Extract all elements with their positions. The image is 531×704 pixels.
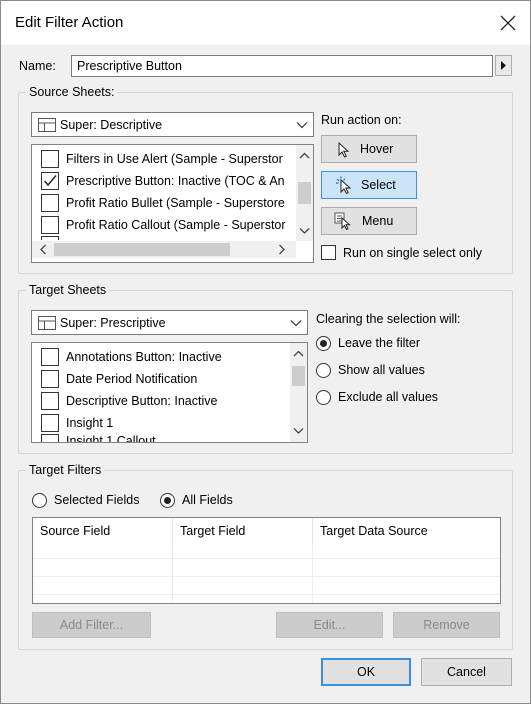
scroll-thumb[interactable] (298, 182, 311, 204)
ok-button[interactable]: OK (321, 658, 411, 686)
cursor-click-icon (336, 176, 352, 194)
name-label: Name: (19, 59, 56, 73)
target-dashboard-select[interactable]: Super: Prescriptive (31, 310, 308, 335)
target-list-vscrollbar[interactable] (290, 343, 307, 442)
hover-button[interactable]: Hover (321, 135, 417, 163)
add-filter-button[interactable]: Add Filter... (32, 612, 151, 638)
checkbox[interactable] (41, 392, 59, 410)
show-all-values-label: Show all values (338, 363, 425, 377)
list-item[interactable]: Prescriptive Button: Inactive (TOC & An (32, 170, 292, 192)
source-list-hscrollbar[interactable] (32, 241, 296, 258)
scroll-thumb[interactable] (292, 366, 305, 386)
source-list-vscrollbar[interactable] (296, 145, 313, 241)
scroll-up-icon[interactable] (296, 147, 313, 164)
name-insert-button[interactable] (495, 55, 512, 76)
chevron-down-icon (290, 320, 302, 327)
list-item[interactable]: Insight 1 (32, 412, 286, 434)
column-header-target-field[interactable]: Target Field (173, 518, 313, 544)
scroll-down-icon[interactable] (296, 222, 313, 239)
list-item[interactable]: Annotations Button: Inactive (32, 346, 286, 368)
selected-fields-label: Selected Fields (54, 493, 140, 507)
checkbox[interactable] (41, 194, 59, 212)
radio-exclude-all-values[interactable] (316, 390, 331, 405)
cursor-menu-icon (334, 212, 351, 230)
clearing-label: Clearing the selection will: (316, 312, 461, 326)
scroll-up-icon[interactable] (290, 345, 307, 362)
target-sheets-list[interactable]: Annotations Button: Inactive Date Period… (31, 342, 308, 443)
dashboard-icon (38, 316, 56, 330)
single-select-checkbox[interactable] (321, 245, 336, 260)
chevron-down-icon (296, 122, 308, 129)
menu-button[interactable]: Menu (321, 207, 417, 235)
list-item-partial: Insight 1 Callout (32, 434, 286, 442)
dashboard-icon (38, 118, 56, 132)
name-input[interactable]: Prescriptive Button (71, 55, 493, 77)
radio-leave-filter[interactable] (316, 336, 331, 351)
list-item[interactable]: Profit Ratio Callout (Sample - Superstor (32, 214, 292, 236)
source-sheets-list[interactable]: Filters in Use Alert (Sample - Superstor… (31, 144, 314, 263)
checkbox[interactable] (41, 216, 59, 234)
caret-right-icon (501, 61, 506, 70)
close-button[interactable] (494, 9, 522, 37)
remove-button[interactable]: Remove (393, 612, 500, 638)
run-action-label: Run action on: (321, 113, 402, 127)
checkbox[interactable] (41, 414, 59, 432)
close-icon (500, 15, 516, 31)
single-select-label: Run on single select only (343, 246, 482, 260)
list-item[interactable]: Descriptive Button: Inactive (32, 390, 286, 412)
checkbox[interactable] (41, 348, 59, 366)
filters-table[interactable]: Source Field Target Field Target Data So… (32, 517, 501, 604)
cursor-arrow-icon (338, 142, 350, 158)
scroll-down-icon[interactable] (290, 422, 307, 439)
list-item[interactable]: Date Period Notification (32, 368, 286, 390)
list-item-partial (32, 236, 292, 240)
leave-filter-label: Leave the filter (338, 336, 420, 350)
radio-show-all-values[interactable] (316, 363, 331, 378)
target-sheets-label: Target Sheets (26, 283, 110, 297)
target-dashboard-value: Super: Prescriptive (60, 316, 166, 330)
checkmark-icon (43, 175, 57, 187)
list-item[interactable]: Filters in Use Alert (Sample - Superstor (32, 148, 292, 170)
source-dashboard-select[interactable]: Super: Descriptive (31, 112, 314, 137)
all-fields-label: All Fields (182, 493, 233, 507)
edit-filter-action-dialog: Edit Filter Action Name: Prescriptive Bu… (0, 0, 531, 704)
scroll-right-icon[interactable] (273, 241, 290, 258)
cancel-button[interactable]: Cancel (421, 658, 512, 686)
checkbox[interactable] (41, 150, 59, 168)
edit-button[interactable]: Edit... (276, 612, 383, 638)
radio-selected-fields[interactable] (32, 493, 47, 508)
list-item[interactable]: Profit Ratio Bullet (Sample - Superstore (32, 192, 292, 214)
column-header-target-data-source[interactable]: Target Data Source (313, 518, 500, 544)
dialog-title: Edit Filter Action (15, 14, 124, 31)
select-button[interactable]: Select (321, 171, 417, 199)
checkbox[interactable] (41, 172, 59, 190)
source-dashboard-value: Super: Descriptive (60, 118, 163, 132)
scroll-thumb[interactable] (54, 243, 230, 256)
source-sheets-label: Source Sheets: (26, 85, 118, 99)
exclude-all-values-label: Exclude all values (338, 390, 439, 404)
scroll-left-icon[interactable] (35, 241, 52, 258)
target-filters-label: Target Filters (26, 463, 105, 477)
checkbox[interactable] (41, 370, 59, 388)
column-header-source-field[interactable]: Source Field (33, 518, 173, 544)
title-bar: Edit Filter Action (1, 1, 530, 45)
radio-all-fields[interactable] (160, 493, 175, 508)
